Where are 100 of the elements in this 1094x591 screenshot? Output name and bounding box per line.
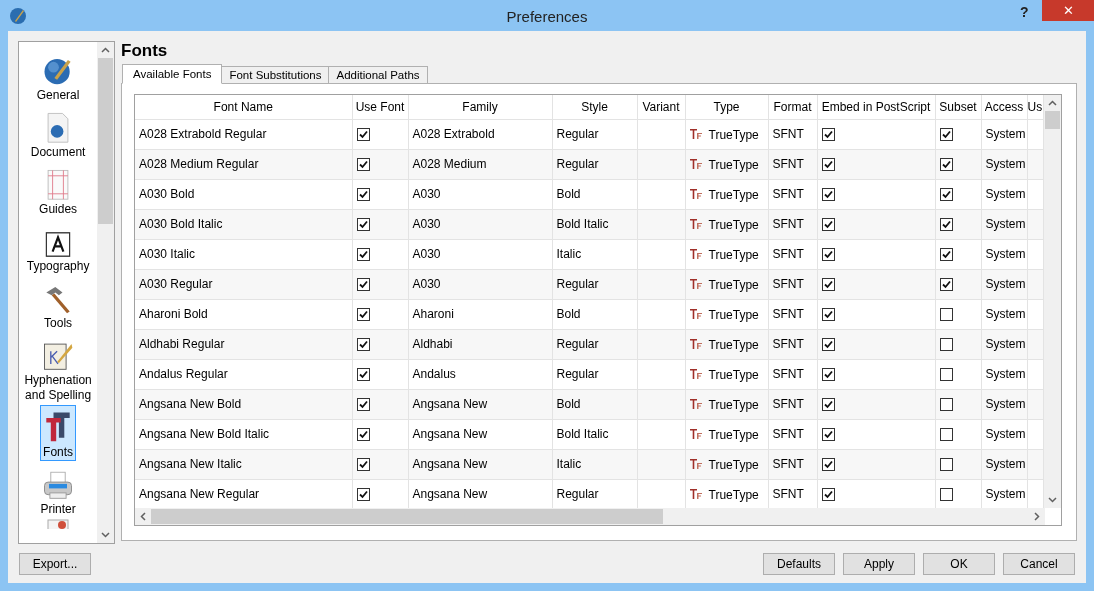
column-header[interactable]: Family: [408, 95, 552, 119]
checkbox[interactable]: [821, 158, 835, 172]
checkbox[interactable]: [821, 278, 835, 292]
checkbox[interactable]: [821, 188, 835, 202]
checkbox[interactable]: [821, 458, 835, 472]
checkbox[interactable]: [939, 338, 953, 352]
table-cell: A030: [412, 217, 441, 231]
tab[interactable]: Available Fonts: [122, 64, 223, 84]
scrollbar-thumb[interactable]: [151, 509, 663, 524]
scroll-down-icon[interactable]: [1048, 497, 1057, 503]
defaults-button[interactable]: Defaults: [763, 553, 835, 575]
sidebar-item[interactable]: Hyphenation and Spelling: [19, 333, 98, 404]
horizontal-scrollbar[interactable]: [135, 508, 1045, 525]
checkbox[interactable]: [939, 158, 953, 172]
checkbox[interactable]: [356, 308, 370, 322]
table-cell: Regular: [556, 367, 599, 381]
truetype-icon: [689, 369, 703, 380]
checkbox[interactable]: [356, 488, 370, 502]
checkbox[interactable]: [939, 278, 953, 292]
checkbox[interactable]: [939, 218, 953, 232]
column-header[interactable]: Use Font: [352, 95, 408, 119]
apply-button[interactable]: Apply: [843, 553, 915, 575]
table-cell: Angsana New: [412, 487, 488, 501]
sidebar-item[interactable]: Printer: [37, 462, 79, 518]
table-cell: A030 Bold: [139, 187, 195, 201]
checkbox[interactable]: [939, 488, 953, 502]
scrollbar[interactable]: [97, 42, 114, 543]
checkbox[interactable]: [939, 398, 953, 412]
help-button[interactable]: ?: [1020, 2, 1029, 23]
table-cell: System: [985, 367, 1026, 381]
column-header[interactable]: Font Name: [135, 95, 352, 119]
scrollbar-thumb[interactable]: [1045, 111, 1060, 129]
column-header[interactable]: Subset: [935, 95, 981, 119]
scroll-left-icon[interactable]: [140, 512, 146, 521]
cancel-button[interactable]: Cancel: [1003, 553, 1075, 575]
checkbox[interactable]: [939, 458, 953, 472]
checkbox[interactable]: [821, 308, 835, 322]
column-header[interactable]: Variant: [637, 95, 685, 119]
checkbox[interactable]: [821, 488, 835, 502]
sidebar-item[interactable]: General: [33, 48, 83, 104]
close-button[interactable]: ✕: [1042, 0, 1094, 21]
sidebar-item[interactable]: Typography: [23, 219, 93, 275]
tab[interactable]: Additional Paths: [328, 66, 428, 84]
checkbox[interactable]: [356, 368, 370, 382]
checkbox[interactable]: [356, 428, 370, 442]
column-header[interactable]: Format: [768, 95, 817, 119]
checkbox[interactable]: [356, 338, 370, 352]
column-header[interactable]: Us: [1027, 95, 1043, 119]
checkbox[interactable]: [939, 428, 953, 442]
checkbox[interactable]: [356, 128, 370, 142]
truetype-icon: [689, 339, 703, 350]
table-cell: SFNT: [772, 337, 804, 351]
checkbox[interactable]: [939, 368, 953, 382]
checkbox[interactable]: [356, 248, 370, 262]
column-header[interactable]: Type: [685, 95, 768, 119]
checkbox[interactable]: [356, 188, 370, 202]
sidebar-label: Hyphenation and Spelling: [23, 373, 93, 403]
scroll-right-icon[interactable]: [1034, 512, 1040, 521]
checkbox[interactable]: [821, 368, 835, 382]
table-cell: TrueType: [708, 247, 759, 262]
checkbox[interactable]: [356, 458, 370, 472]
table-cell: Regular: [556, 277, 599, 291]
checkbox[interactable]: [821, 398, 835, 412]
sidebar-item[interactable]: Fonts: [40, 405, 77, 461]
scrollbar-thumb[interactable]: [98, 58, 114, 224]
column-header[interactable]: Access: [981, 95, 1027, 119]
ok-button[interactable]: OK: [923, 553, 995, 575]
sidebar-label: Tools: [44, 316, 73, 331]
checkbox[interactable]: [356, 398, 370, 412]
table-cell: TrueType: [708, 457, 759, 472]
table-cell: Angsana New: [412, 397, 488, 411]
column-header[interactable]: Embed in PostScript: [817, 95, 935, 119]
checkbox[interactable]: [356, 158, 370, 172]
vertical-scrollbar[interactable]: [1044, 95, 1061, 508]
scroll-down-icon[interactable]: [101, 532, 111, 538]
sidebar-item[interactable]: Document: [27, 105, 89, 161]
export-button[interactable]: Export...: [19, 553, 91, 575]
scroll-up-icon[interactable]: [101, 47, 111, 53]
scroll-up-icon[interactable]: [1048, 100, 1057, 106]
table-cell: TrueType: [708, 217, 759, 232]
checkbox[interactable]: [356, 218, 370, 232]
checkbox[interactable]: [939, 308, 953, 322]
table-cell: A030: [412, 277, 441, 291]
table-cell: System: [985, 337, 1026, 351]
checkbox[interactable]: [939, 128, 953, 142]
sidebar-label: Guides: [39, 202, 78, 217]
checkbox[interactable]: [939, 188, 953, 202]
column-header[interactable]: Style: [552, 95, 637, 119]
checkbox[interactable]: [939, 248, 953, 262]
table-cell: TrueType: [708, 367, 759, 382]
checkbox[interactable]: [356, 278, 370, 292]
checkbox[interactable]: [821, 248, 835, 262]
checkbox[interactable]: [821, 338, 835, 352]
sidebar-item[interactable]: Guides: [36, 162, 81, 218]
checkbox[interactable]: [821, 428, 835, 442]
checkbox[interactable]: [821, 218, 835, 232]
table-cell: Andalus Regular: [139, 367, 228, 381]
table-cell: Regular: [556, 487, 599, 501]
checkbox[interactable]: [821, 128, 835, 142]
sidebar-item[interactable]: Tools: [38, 276, 79, 332]
